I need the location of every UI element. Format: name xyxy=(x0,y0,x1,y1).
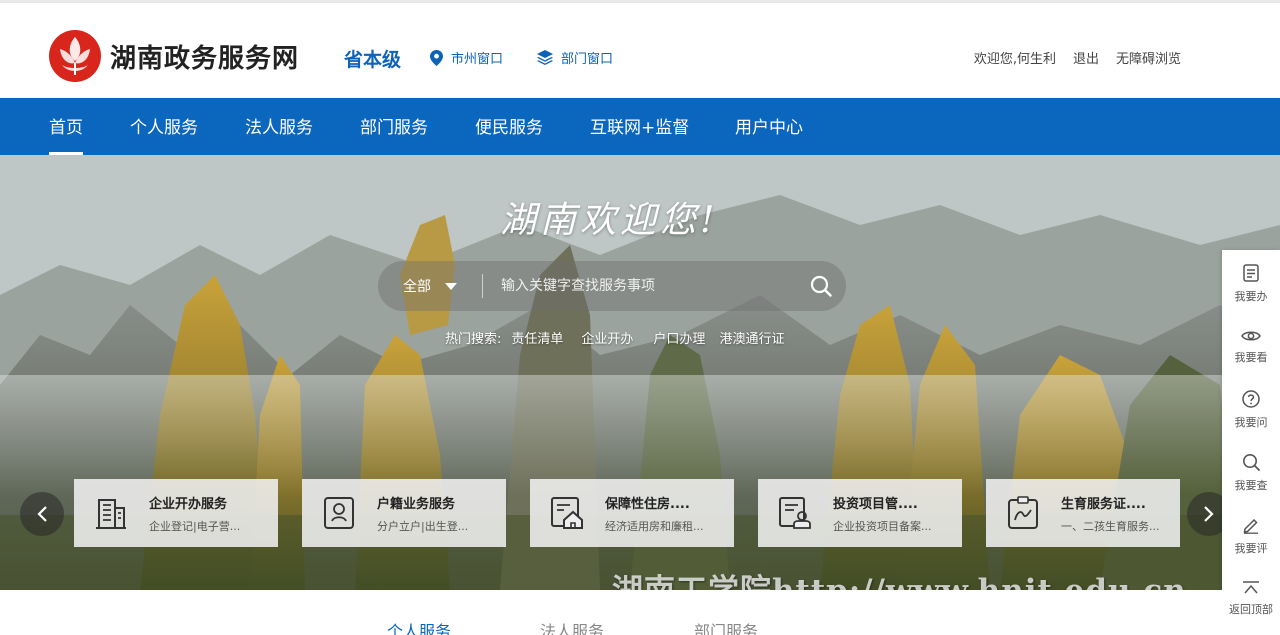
tab-legal-service[interactable]: 法人服务 xyxy=(540,618,604,635)
hot-search-item[interactable]: 港澳通行证 xyxy=(719,328,784,347)
search-scope-dropdown[interactable]: 全部 xyxy=(378,276,482,296)
site-title: 湖南政务服务网 xyxy=(110,43,300,74)
side-item-label: 返回顶部 xyxy=(1229,603,1273,616)
card-title: 生育服务证.... xyxy=(1061,496,1146,512)
nav-item-personal[interactable]: 个人服务 xyxy=(130,98,198,155)
page: 湖南政务服务网 省本级 市州窗口 部门窗口 欢迎您,何生利 退出 无障碍浏览 首 xyxy=(0,0,1280,635)
card-title: 投资项目管.... xyxy=(833,496,918,512)
logout-link[interactable]: 退出 xyxy=(1073,48,1099,67)
nav-item-supervision[interactable]: 互联网+监督 xyxy=(590,98,689,155)
nav-item-user-center[interactable]: 用户中心 xyxy=(735,98,803,155)
search-input[interactable] xyxy=(483,261,796,311)
side-item-label: 我要评 xyxy=(1234,542,1268,555)
service-card-investment-project[interactable]: 投资项目管.... 企业投资项目备案... xyxy=(758,479,962,547)
card-desc: 企业投资项目备案... xyxy=(833,519,932,533)
service-category-tabs: 个人服务 法人服务 部门服务 xyxy=(0,590,1222,635)
site-logo[interactable]: 湖南政务服务网 xyxy=(48,29,299,83)
card-desc: 经济适用房和廉租... xyxy=(605,519,704,533)
main-nav: 首页 个人服务 法人服务 部门服务 便民服务 互联网+监督 用户中心 xyxy=(0,98,1280,155)
caret-down-icon xyxy=(445,282,457,290)
tab-department-service[interactable]: 部门服务 xyxy=(694,618,758,635)
building-icon xyxy=(96,499,126,529)
certificate-icon xyxy=(1008,496,1038,529)
dept-window-label: 部门窗口 xyxy=(561,52,614,67)
side-item-search[interactable]: 我要查 xyxy=(1222,442,1280,504)
dept-window-link[interactable]: 部门窗口 xyxy=(537,48,613,67)
side-item-evaluate[interactable]: 我要评 xyxy=(1222,505,1280,567)
watermark-text: 湖南工学院http://www.hnit.edu.cn xyxy=(612,565,1187,590)
service-card-household-registration[interactable]: 户籍业务服务 分户立户|出生登... xyxy=(302,479,506,547)
site-header: 湖南政务服务网 省本级 市州窗口 部门窗口 欢迎您,何生利 退出 无障碍浏览 xyxy=(0,3,1280,98)
side-item-label: 我要办 xyxy=(1234,290,1268,303)
hibiscus-logo-icon xyxy=(49,30,101,82)
tab-personal-service[interactable]: 个人服务 xyxy=(387,618,451,635)
card-title: 保障性住房.... xyxy=(605,496,690,512)
house-icon xyxy=(551,497,583,529)
card-desc: 分户立户|出生登... xyxy=(377,519,469,533)
eye-icon xyxy=(1241,331,1261,341)
side-item-handle[interactable]: 我要办 xyxy=(1222,253,1280,315)
welcome-user[interactable]: 欢迎您,何生利 xyxy=(974,48,1056,67)
card-desc: 企业登记|电子营... xyxy=(149,519,241,533)
chevron-left-icon xyxy=(37,506,47,522)
magnifier-icon xyxy=(1243,454,1260,471)
chevron-right-icon xyxy=(1204,506,1214,522)
service-card-affordable-housing[interactable]: 保障性住房.... 经济适用房和廉租... xyxy=(530,479,734,547)
hot-search: 热门搜索: 责任清单 企业开办 户口办理 港澳通行证 xyxy=(445,328,784,347)
side-item-label: 我要查 xyxy=(1234,479,1268,492)
user-area: 欢迎您,何生利 退出 无障碍浏览 xyxy=(957,48,1181,67)
card-title: 户籍业务服务 xyxy=(377,496,456,512)
search-scope-label: 全部 xyxy=(403,279,431,295)
side-item-label: 我要看 xyxy=(1234,351,1268,364)
side-item-ask[interactable]: 我要问 xyxy=(1222,379,1280,441)
nav-item-legal[interactable]: 法人服务 xyxy=(245,98,313,155)
location-pin-icon xyxy=(430,49,443,66)
back-to-top-button[interactable]: 返回顶部 xyxy=(1222,568,1280,630)
nav-item-convenience[interactable]: 便民服务 xyxy=(475,98,543,155)
id-card-icon xyxy=(324,497,354,529)
card-desc: 一、二孩生育服务... xyxy=(1061,519,1160,533)
card-title: 企业开办服务 xyxy=(149,496,228,512)
city-window-link[interactable]: 市州窗口 xyxy=(430,48,503,67)
arrow-up-icon xyxy=(1243,581,1259,594)
search-bar: 全部 xyxy=(378,261,846,311)
level-label[interactable]: 省本级 xyxy=(344,45,401,72)
service-card-business-startup[interactable]: 企业开办服务 企业登记|电子营... xyxy=(74,479,278,547)
nav-item-department[interactable]: 部门服务 xyxy=(360,98,428,155)
hot-search-item[interactable]: 责任清单 xyxy=(511,328,563,347)
hero-slogan: 湖南欢迎您! xyxy=(500,200,719,241)
question-icon xyxy=(1242,390,1260,408)
service-card-birth-certificate[interactable]: 生育服务证.... 一、二孩生育服务... xyxy=(986,479,1180,547)
side-toolbar: 我要办 我要看 我要问 我要查 我要评 返回顶部 xyxy=(1222,250,1280,635)
document-list-icon xyxy=(1243,264,1259,282)
nav-item-home[interactable]: 首页 xyxy=(49,98,83,155)
hot-search-label: 热门搜索: xyxy=(445,332,502,347)
side-item-label: 我要问 xyxy=(1234,416,1268,429)
hero-banner: 湖南欢迎您! 全部 热门搜索: 责任清单 企业开办 户口办理 港澳通行证 xyxy=(0,155,1280,590)
search-icon xyxy=(810,275,832,297)
side-item-view[interactable]: 我要看 xyxy=(1222,316,1280,378)
hot-search-item[interactable]: 企业开办 xyxy=(581,328,633,347)
layers-icon xyxy=(537,50,553,65)
city-window-label: 市州窗口 xyxy=(451,52,504,67)
hot-search-item[interactable]: 户口办理 xyxy=(653,328,705,347)
search-button[interactable] xyxy=(796,261,846,311)
pencil-icon xyxy=(1243,518,1258,534)
carousel-prev-button[interactable] xyxy=(20,492,64,536)
document-stamp-icon xyxy=(779,497,811,529)
accessibility-link[interactable]: 无障碍浏览 xyxy=(1116,48,1181,67)
